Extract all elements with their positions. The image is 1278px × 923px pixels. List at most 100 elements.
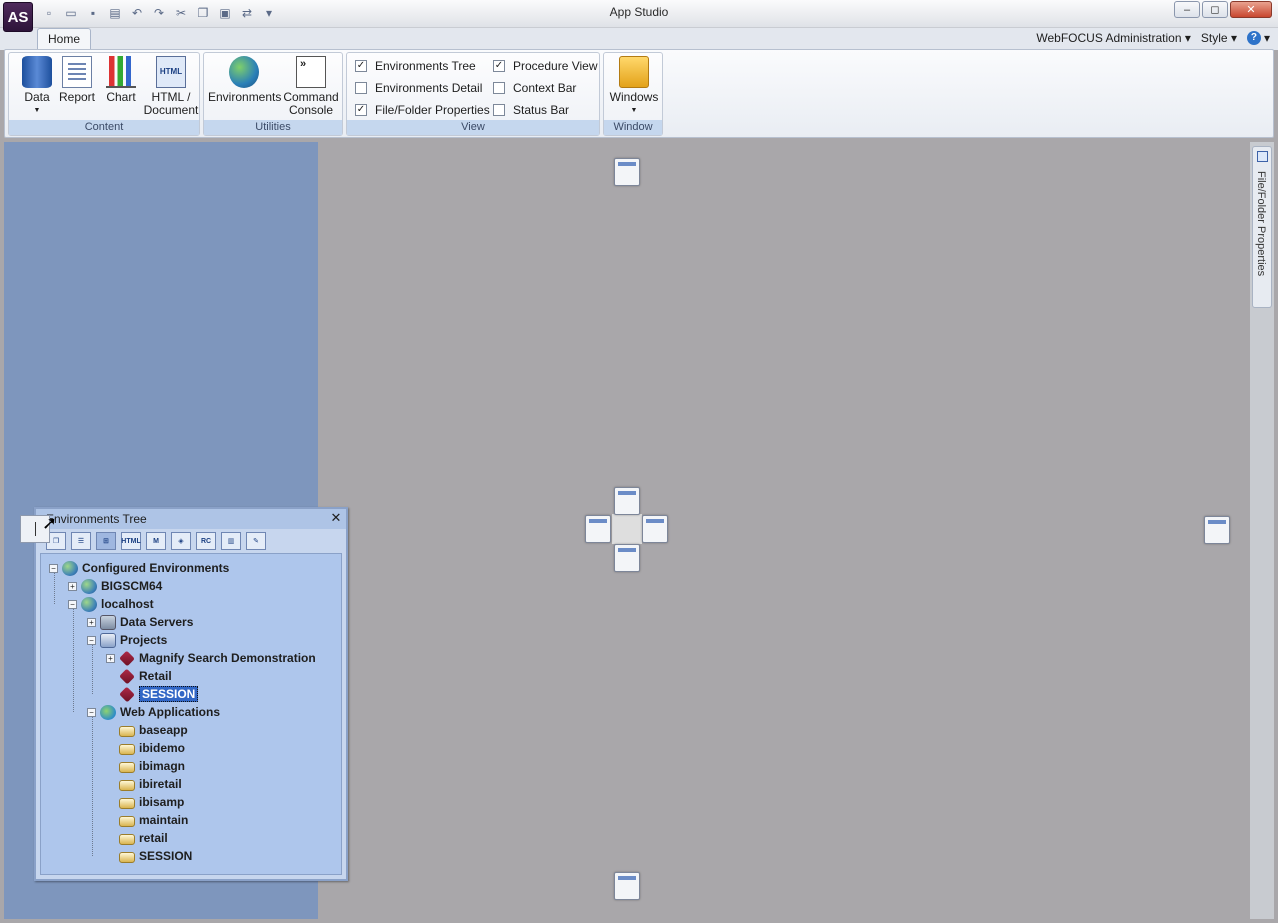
app-logo[interactable]: AS [3, 2, 33, 32]
checkbox-file-folder-properties[interactable]: ✓ File/Folder Properties [355, 103, 490, 117]
collapse-icon[interactable]: − [49, 563, 58, 573]
globe-icon [81, 596, 97, 612]
html-icon[interactable]: HTML [121, 532, 141, 550]
expand-icon[interactable]: + [68, 581, 77, 591]
tree-node-folder[interactable]: ibidemo [106, 739, 185, 757]
detail-icon[interactable]: ☰ [71, 532, 91, 550]
chart-button[interactable]: Chart [101, 56, 141, 104]
environments-tree: − Configured Environments + BIGSCM64 − l… [40, 553, 342, 875]
tree-node-session-project[interactable]: SESSION [106, 685, 199, 703]
tree-node-folder[interactable]: retail [106, 829, 168, 847]
dock-cross-right[interactable] [642, 515, 668, 543]
tree-node-configured-environments[interactable]: − Configured Environments [49, 559, 229, 577]
file-folder-properties-label: File/Folder Properties [1255, 171, 1267, 277]
node-label: BIGSCM64 [101, 579, 163, 593]
console-icon: » [296, 56, 326, 88]
globe-icon [81, 578, 97, 594]
panel-header[interactable]: Environments Tree ✕ [36, 509, 346, 529]
windows-button[interactable]: Windows ▼ [606, 56, 662, 117]
collapse-icon[interactable]: − [68, 599, 77, 609]
tree-node-projects[interactable]: − Projects [87, 631, 167, 649]
tree-node-retail-project[interactable]: Retail [106, 667, 172, 685]
tree-node-folder[interactable]: ibimagn [106, 757, 185, 775]
books-icon[interactable]: ▥ [221, 532, 241, 550]
checkbox-box[interactable] [355, 82, 367, 94]
checkbox-status-bar[interactable]: Status Bar [493, 103, 569, 117]
tree-node-localhost[interactable]: − localhost [68, 595, 154, 613]
checkbox-environments-tree[interactable]: ✓ Environments Tree [355, 59, 476, 73]
minimize-button[interactable]: – [1174, 1, 1200, 18]
html-label-line2: Document [143, 103, 199, 117]
tree-view-icon[interactable]: ⊞ [96, 532, 116, 550]
environments-tree-panel[interactable]: Environments Tree ✕ ❐ ☰ ⊞ HTML M ◈ RC ▥ … [34, 507, 348, 881]
node-label: ibisamp [139, 795, 185, 809]
expand-icon[interactable]: + [87, 617, 96, 627]
webfocus-admin-menu[interactable]: WebFOCUS Administration ▾ [1036, 31, 1191, 45]
node-label: Retail [139, 669, 172, 683]
restore-button[interactable]: ◻ [1202, 1, 1228, 18]
checkbox-box[interactable]: ✓ [355, 60, 367, 72]
dock-cross-top[interactable] [614, 487, 640, 515]
collapse-icon[interactable]: − [87, 635, 96, 645]
tree-node-folder[interactable]: maintain [106, 811, 188, 829]
html-document-button[interactable]: HTML HTML / Document [143, 56, 199, 117]
checkbox-box[interactable] [493, 104, 505, 116]
checkbox-box[interactable]: ✓ [355, 104, 367, 116]
tree-node-magnify[interactable]: + Magnify Search Demonstration [106, 649, 316, 667]
data-label: Data [24, 90, 50, 104]
help-menu[interactable]: ? ▾ [1246, 31, 1270, 45]
map-icon[interactable]: ◈ [171, 532, 191, 550]
tree-line [92, 712, 93, 856]
report-button[interactable]: Report [57, 56, 97, 104]
collapse-icon[interactable]: − [87, 707, 96, 717]
style-menu[interactable]: Style ▾ [1201, 31, 1237, 45]
panel-title: Environments Tree [46, 512, 147, 526]
tree-node-folder[interactable]: baseapp [106, 721, 188, 739]
dock-bottom-hint[interactable] [614, 872, 640, 900]
tree-node-data-servers[interactable]: + Data Servers [87, 613, 193, 631]
chevron-down-icon: ▼ [630, 107, 638, 114]
dock-right-hint[interactable] [1204, 516, 1230, 544]
dock-center[interactable] [612, 514, 642, 544]
tree-node-folder[interactable]: ibisamp [106, 793, 184, 811]
dock-cross-left[interactable] [585, 515, 611, 543]
chevron-down-icon: ▾ [1263, 31, 1270, 45]
workspace-area [318, 142, 1248, 919]
checkbox-box[interactable] [493, 82, 505, 94]
checkbox-label: Context Bar [513, 81, 577, 95]
command-console-button[interactable]: » Command Console [282, 56, 340, 117]
close-button[interactable]: ✕ [1230, 1, 1272, 18]
checkbox-box[interactable]: ✓ [493, 60, 505, 72]
header-menu: WebFOCUS Administration ▾ Style ▾ ? ▾ [1036, 31, 1270, 45]
tree-node-bigscm64[interactable]: + BIGSCM64 [68, 577, 162, 595]
tree-node-web-applications[interactable]: − Web Applications [87, 703, 220, 721]
tree-node-folder[interactable]: SESSION [106, 847, 192, 865]
checkbox-context-bar[interactable]: Context Bar [493, 81, 576, 95]
window-group-label: Window [604, 120, 662, 135]
folder-icon [119, 815, 135, 827]
app-title: App Studio [609, 5, 669, 19]
folder-icon [119, 725, 135, 737]
maintain-icon[interactable]: M [146, 532, 166, 550]
window-controls: – ◻ ✕ [1174, 1, 1272, 18]
close-icon[interactable]: ✕ [329, 511, 343, 525]
tab-home[interactable]: Home [37, 28, 91, 50]
node-label: ibidemo [139, 741, 186, 755]
dock-cross-bottom[interactable] [614, 544, 640, 572]
dock-top-hint[interactable] [614, 158, 640, 186]
environments-button[interactable]: Environments [208, 56, 281, 104]
environments-icon [229, 56, 259, 88]
tree-node-folder[interactable]: ibiretail [106, 775, 182, 793]
document-icon[interactable]: ✎ [246, 532, 266, 550]
chevron-down-icon: ▾ [1184, 31, 1191, 45]
data-button[interactable]: Data ▼ [17, 56, 57, 117]
checkbox-label: Environments Tree [375, 59, 476, 73]
project-icon [119, 686, 135, 702]
checkbox-environments-detail[interactable]: Environments Detail [355, 81, 482, 95]
checkbox-label: Status Bar [513, 103, 570, 117]
rc-icon[interactable]: RC [196, 532, 216, 550]
checkbox-procedure-view[interactable]: ✓ Procedure View [493, 59, 598, 73]
expand-icon[interactable]: + [106, 653, 115, 663]
utilities-group: Environments » Command Console Utilities [203, 52, 343, 136]
file-folder-properties-tab[interactable]: File/Folder Properties [1252, 146, 1272, 308]
